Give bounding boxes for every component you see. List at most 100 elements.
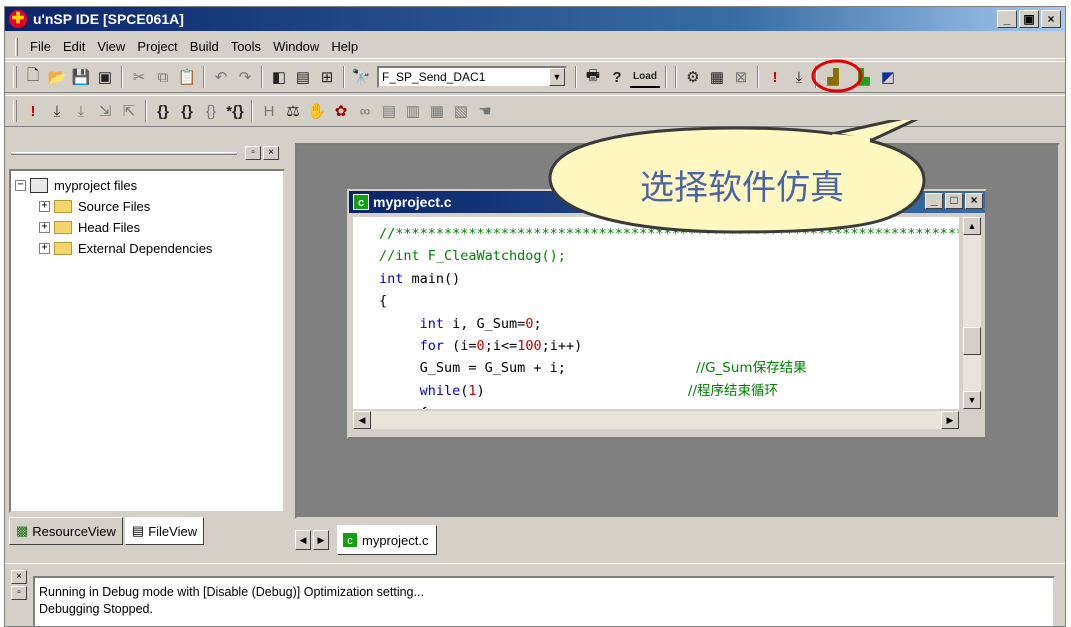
maximize-button[interactable]: ▣ [1019, 10, 1039, 28]
step-into-icon[interactable]: ⤓ [46, 100, 68, 122]
vertical-scrollbar[interactable]: ▲ ▼ [963, 217, 981, 409]
document-tabs: ◀ ▶ c myproject.c [295, 523, 438, 557]
go-icon[interactable]: ! [22, 100, 44, 122]
tree-item-head-files[interactable]: + Head Files [15, 217, 279, 238]
folder-icon [54, 242, 72, 255]
scroll-left-icon[interactable]: ◀ [353, 411, 371, 429]
window-list-icon[interactable]: ⊞ [316, 66, 338, 88]
tab-resourceview[interactable]: ▩ ResourceView [9, 517, 123, 545]
combo-dropdown-icon[interactable]: ▼ [549, 68, 565, 86]
tree-item-source-files[interactable]: + Source Files [15, 196, 279, 217]
tab-scroll-right-icon[interactable]: ▶ [313, 530, 329, 550]
software-simulation-icon[interactable]: ▟ [811, 59, 863, 93]
step-icon[interactable]: ⤓ [788, 66, 810, 88]
toolbar-grip [13, 100, 17, 122]
breakpoint-icon[interactable]: H [258, 100, 280, 122]
load-icon[interactable]: Load [630, 66, 660, 88]
horizontal-scrollbar[interactable]: ◀ ▶ [353, 411, 959, 429]
hand-icon[interactable]: ☚ [474, 100, 496, 122]
minimize-button[interactable]: _ [997, 10, 1017, 28]
help-icon[interactable]: ? [606, 66, 628, 88]
expand-icon[interactable]: + [39, 222, 50, 233]
step-over-brace-icon[interactable]: {} [176, 100, 198, 122]
compile-icon[interactable]: ⚙ [682, 66, 704, 88]
step-over-icon[interactable]: ⤓ [70, 100, 92, 122]
variables-icon[interactable]: ▧ [450, 100, 472, 122]
output-close-button[interactable]: × [11, 570, 27, 584]
expand-icon[interactable]: + [39, 243, 50, 254]
tab-scroll-left-icon[interactable]: ◀ [295, 530, 311, 550]
menu-tools[interactable]: Tools [225, 39, 267, 54]
tree-item-external-dependencies[interactable]: + External Dependencies [15, 238, 279, 259]
pane-restore-button[interactable]: ▫ [245, 146, 261, 160]
collapse-icon[interactable]: − [15, 180, 26, 191]
scroll-right-icon[interactable]: ▶ [941, 411, 959, 429]
open-folder-icon[interactable]: 📂 [46, 66, 68, 88]
tab-label: ResourceView [32, 523, 116, 539]
editor-maximize-button[interactable]: □ [945, 193, 963, 209]
hand-stop-icon[interactable]: ✋ [306, 100, 328, 122]
tab-myproject-c[interactable]: c myproject.c [337, 525, 438, 555]
code-text: i, G_Sum= [444, 315, 526, 332]
tree-root[interactable]: − myproject files [15, 175, 279, 196]
workspace-icon[interactable]: ◧ [268, 66, 290, 88]
undo-icon[interactable]: ↶ [210, 66, 232, 88]
save-icon[interactable]: 💾 [70, 66, 92, 88]
callout-text: 选择软件仿真 [640, 168, 844, 208]
menu-project[interactable]: Project [131, 39, 183, 54]
menu-bar: File Edit View Project Build Tools Windo… [5, 35, 1065, 59]
menu-window[interactable]: Window [267, 39, 325, 54]
watch-icon[interactable]: ⚖ [282, 100, 304, 122]
tree-item-label: External Dependencies [78, 241, 213, 256]
project-icon [30, 178, 48, 193]
menu-help[interactable]: Help [325, 39, 364, 54]
code-editor[interactable]: //**************************************… [353, 217, 959, 409]
build-icon[interactable]: ▦ [706, 66, 728, 88]
output-line: Debugging Stopped. [39, 602, 153, 616]
tab-fileview[interactable]: ▤ FileView [124, 517, 205, 545]
registers-icon[interactable]: ▥ [402, 100, 424, 122]
tab-label: myproject.c [362, 532, 429, 548]
menu-build[interactable]: Build [184, 39, 225, 54]
editor-close-button[interactable]: × [965, 193, 983, 209]
settings-icon[interactable]: ◩ [877, 66, 899, 88]
menu-file[interactable]: File [24, 39, 57, 54]
code-number: 100 [517, 338, 542, 355]
step-in-brace-icon[interactable]: {} [152, 100, 174, 122]
code-comment: //程序结束循环 [687, 382, 779, 399]
menu-edit[interactable]: Edit [57, 39, 91, 54]
run-to-cursor-icon[interactable]: ⇲ [94, 100, 116, 122]
execute-icon[interactable]: ! [764, 66, 786, 88]
stop-build-icon[interactable]: ⊠ [730, 66, 752, 88]
redo-icon[interactable]: ↷ [234, 66, 256, 88]
save-all-icon[interactable]: ▣ [94, 66, 116, 88]
toolbar-separator [203, 66, 205, 88]
new-file-icon[interactable]: 🗋 [22, 66, 44, 88]
memory-icon[interactable]: ▤ [378, 100, 400, 122]
reset-icon[interactable]: ⇱ [118, 100, 140, 122]
run-to-brace-icon[interactable]: *{} [224, 100, 246, 122]
expand-icon[interactable]: + [39, 201, 50, 212]
folder-icon [54, 200, 72, 213]
step-out-brace-icon[interactable]: {} [200, 100, 222, 122]
resource-view-icon: ▩ [16, 523, 29, 538]
close-button[interactable]: × [1041, 10, 1061, 28]
scroll-thumb[interactable] [963, 327, 981, 355]
pane-close-button[interactable]: × [263, 146, 279, 160]
debug-stop-icon[interactable]: ✿ [330, 100, 352, 122]
print-icon[interactable]: 🖶 [582, 66, 604, 88]
scroll-down-icon[interactable]: ▼ [963, 391, 981, 409]
output-window-icon[interactable]: ▤ [292, 66, 314, 88]
function-combo[interactable]: F_SP_Send_DAC1 ▼ [377, 66, 567, 88]
copy-icon[interactable]: ⧉ [152, 66, 174, 88]
disassembly-icon[interactable]: ▦ [426, 100, 448, 122]
title-bar: ✚ u'nSP IDE [SPCE061A] _ ▣ × [5, 7, 1065, 31]
scroll-up-icon[interactable]: ▲ [963, 217, 981, 235]
glasses-icon[interactable]: ∞ [354, 100, 376, 122]
cut-icon[interactable]: ✂ [128, 66, 150, 88]
toolbar-separator [251, 100, 253, 122]
menu-view[interactable]: View [91, 39, 131, 54]
find-in-files-icon[interactable]: 🔭 [350, 66, 372, 88]
paste-icon[interactable]: 📋 [176, 66, 198, 88]
output-restore-button[interactable]: ▫ [11, 586, 27, 600]
